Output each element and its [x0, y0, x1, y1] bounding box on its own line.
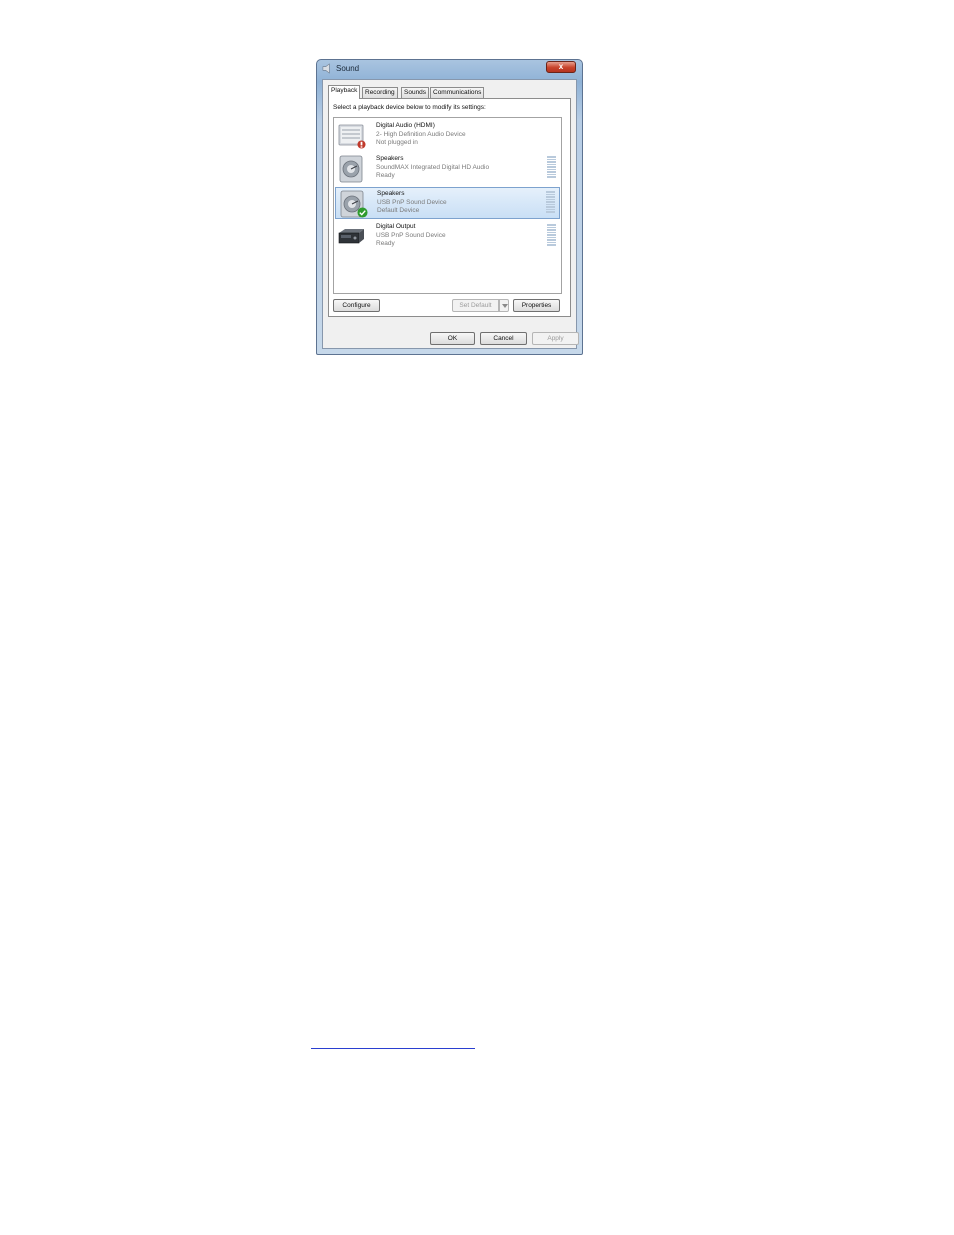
not-plugged-icon [357, 140, 366, 149]
window-title: Sound [336, 64, 360, 73]
device-item-speakers-usb[interactable]: Speakers USB PnP Sound Device Default De… [335, 187, 560, 219]
device-status: Ready [376, 172, 395, 179]
sound-dialog: Sound x Playback Recording Sounds Commun… [316, 59, 583, 355]
volume-meter [546, 191, 555, 215]
device-item-speakers-soundmax[interactable]: Speakers SoundMAX Integrated Digital HD … [335, 153, 560, 185]
configure-button[interactable]: Configure [333, 299, 380, 312]
sound-app-icon [322, 63, 330, 74]
tab-recording[interactable]: Recording [362, 87, 398, 98]
device-description: USB PnP Sound Device [376, 232, 446, 239]
device-status: Default Device [377, 207, 420, 214]
device-description: 2- High Definition Audio Device [376, 131, 466, 138]
device-name: Digital Output [376, 223, 416, 230]
device-name: Speakers [376, 155, 404, 162]
close-button[interactable]: x [546, 61, 576, 73]
device-description: SoundMAX Integrated Digital HD Audio [376, 164, 490, 171]
device-name: Speakers [377, 190, 405, 197]
volume-meter [547, 156, 556, 180]
instruction-text: Select a playback device below to modify… [333, 104, 486, 111]
properties-button[interactable]: Properties [513, 299, 560, 312]
device-status: Not plugged in [376, 139, 418, 146]
playback-panel: Select a playback device below to modify… [328, 98, 571, 317]
set-default-button[interactable]: Set Default [452, 299, 499, 312]
device-item-digital-output[interactable]: Digital Output USB PnP Sound Device Read… [335, 221, 560, 253]
apply-button[interactable]: Apply [532, 332, 579, 345]
device-name: Digital Audio (HDMI) [376, 122, 435, 129]
hyperlink-underline[interactable] [311, 1048, 475, 1049]
tab-playback[interactable]: Playback [328, 85, 361, 99]
tab-communications[interactable]: Communications [430, 87, 485, 98]
device-description: USB PnP Sound Device [377, 199, 447, 206]
set-default-dropdown-icon[interactable] [499, 299, 509, 312]
playback-device-list[interactable]: Digital Audio (HDMI) 2- High Definition … [333, 117, 562, 294]
volume-meter [547, 224, 556, 248]
tab-sounds[interactable]: Sounds [401, 87, 430, 98]
cancel-button[interactable]: Cancel [480, 332, 527, 345]
title-bar[interactable]: Sound x [317, 60, 582, 78]
dialog-client-area: Playback Recording Sounds Communications… [322, 79, 579, 349]
default-check-icon [357, 207, 368, 218]
ok-button[interactable]: OK [430, 332, 475, 345]
device-status: Ready [376, 240, 395, 247]
speaker-icon [339, 155, 363, 183]
digital-output-icon [338, 229, 364, 244]
device-item-hdmi[interactable]: Digital Audio (HDMI) 2- High Definition … [335, 120, 560, 152]
